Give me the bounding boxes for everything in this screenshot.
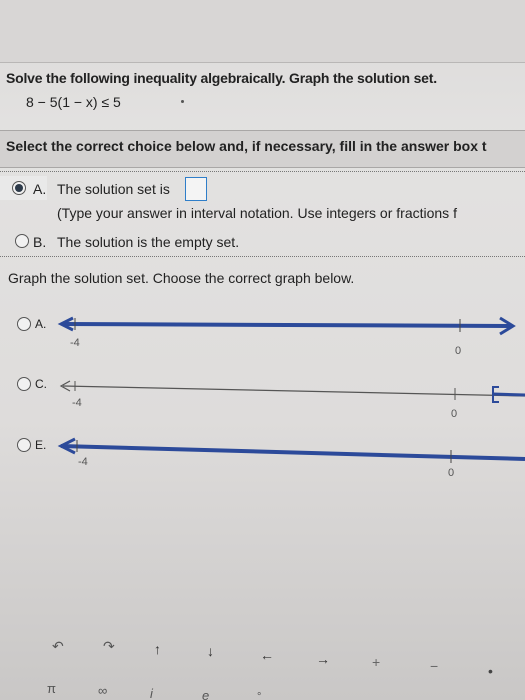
plus-key[interactable]: + [372,654,380,670]
right-arrow-key[interactable]: → [316,651,330,667]
graph-c-label: C. [35,377,47,391]
up-arrow-key[interactable]: ↑ [154,641,161,657]
question-inequality: 8 − 5(1 − x) ≤ 5 [26,94,121,110]
choice-a-hint: (Type your answer in interval notation. … [57,205,457,221]
graph-a-right-tick: 0 [455,345,462,357]
undo-key[interactable]: ↶ [52,638,64,655]
dot-key[interactable]: • [488,663,493,679]
euler-e-key[interactable]: e [202,688,209,700]
imaginary-i-key[interactable]: i [150,686,153,700]
math-keypad: ↶ ↷ ↑ ↓ ← → + − • π ∞ i e ° [0,605,525,700]
graph-e-right-tick: 0 [448,467,455,479]
graph-e-numberline [57,437,525,463]
graph-e-left-tick: -4 [78,456,88,468]
graph-c-radio[interactable] [17,377,31,391]
page: Solve the following inequality algebraic… [0,0,525,700]
minus-key[interactable]: − [430,658,438,674]
down-arrow-key[interactable]: ↓ [207,643,214,659]
graph-c-right-tick: 0 [451,408,458,420]
pi-key[interactable]: π [47,681,56,696]
choice-b-text: The solution is the empty set. [57,234,240,250]
left-arrow-key[interactable]: ← [260,647,274,663]
graph-a-numberline [57,316,516,336]
graph-e-label: E. [35,438,47,452]
graph-prompt: Graph the solution set. Choose the corre… [8,270,355,286]
dotted-divider-bottom [0,256,525,257]
header-strip [0,0,525,63]
infinity-key[interactable]: ∞ [98,683,107,698]
graph-a-left-tick: -4 [70,337,80,349]
graph-e-radio[interactable] [17,438,31,452]
choice-a-letter: A. [33,181,47,197]
graph-a-label: A. [35,317,47,331]
choice-b-letter: B. [33,234,47,250]
instruction-text: Select the correct choice below and, if … [6,138,487,154]
question-title: Solve the following inequality algebraic… [6,70,437,86]
degree-key[interactable]: ° [257,691,261,700]
answer-input-box[interactable] [185,177,207,201]
graph-a-radio[interactable] [17,317,31,331]
choice-b-radio[interactable] [15,234,29,248]
graph-c-left-tick: -4 [72,397,82,409]
stray-dot [181,100,184,103]
graph-c-numberline [59,380,525,403]
redo-key[interactable]: ↷ [103,638,115,655]
dotted-divider-top [0,171,525,172]
choice-a-radio[interactable] [12,181,26,195]
choice-a-text: The solution set is [57,181,170,197]
